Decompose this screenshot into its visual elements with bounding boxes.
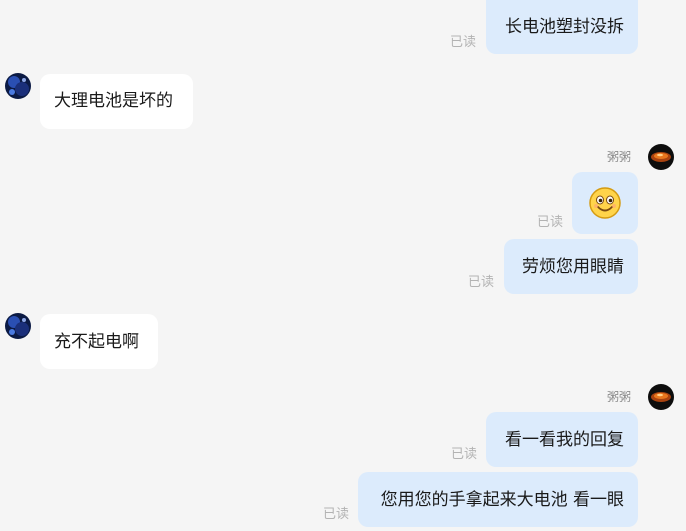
self-avatar-icon bbox=[648, 384, 674, 410]
message-text: 大理电池是坏的 bbox=[54, 91, 173, 111]
self-avatar-icon bbox=[648, 144, 674, 170]
read-status: 已读 bbox=[537, 215, 564, 230]
self-avatar[interactable] bbox=[648, 384, 674, 410]
read-status: 已读 bbox=[323, 507, 350, 522]
contact-avatar[interactable] bbox=[5, 73, 31, 99]
outgoing-message-bubble[interactable]: 长电池塑封没拆 bbox=[486, 0, 638, 54]
outgoing-message-bubble[interactable]: 看一看我的回复 bbox=[486, 412, 638, 467]
contact-avatar-icon bbox=[5, 73, 31, 99]
read-status: 已读 bbox=[451, 447, 478, 462]
incoming-message-bubble[interactable]: 充不起电啊 bbox=[40, 314, 158, 369]
message-text: 看一看我的回复 bbox=[505, 430, 624, 450]
outgoing-message-bubble[interactable]: 劳烦您用眼睛 bbox=[504, 239, 638, 294]
self-avatar[interactable] bbox=[648, 144, 674, 170]
smiley-face-icon bbox=[588, 186, 622, 220]
sender-name: 粥粥 bbox=[607, 150, 632, 164]
message-text: 您用您的手拿起来大电池 看一眼 bbox=[380, 490, 624, 510]
contact-avatar[interactable] bbox=[5, 313, 31, 339]
sender-name: 粥粥 bbox=[607, 390, 632, 404]
incoming-message-bubble[interactable]: 大理电池是坏的 bbox=[40, 74, 193, 129]
read-status: 已读 bbox=[450, 35, 477, 50]
read-status: 已读 bbox=[468, 275, 495, 290]
message-text: 充不起电啊 bbox=[54, 332, 139, 352]
contact-avatar-icon bbox=[5, 313, 31, 339]
outgoing-message-bubble[interactable]: 您用您的手拿起来大电池 看一眼 bbox=[358, 472, 638, 527]
message-text: 劳烦您用眼睛 bbox=[522, 257, 624, 277]
outgoing-emoji-bubble[interactable] bbox=[572, 172, 638, 234]
message-text: 长电池塑封没拆 bbox=[505, 17, 624, 37]
